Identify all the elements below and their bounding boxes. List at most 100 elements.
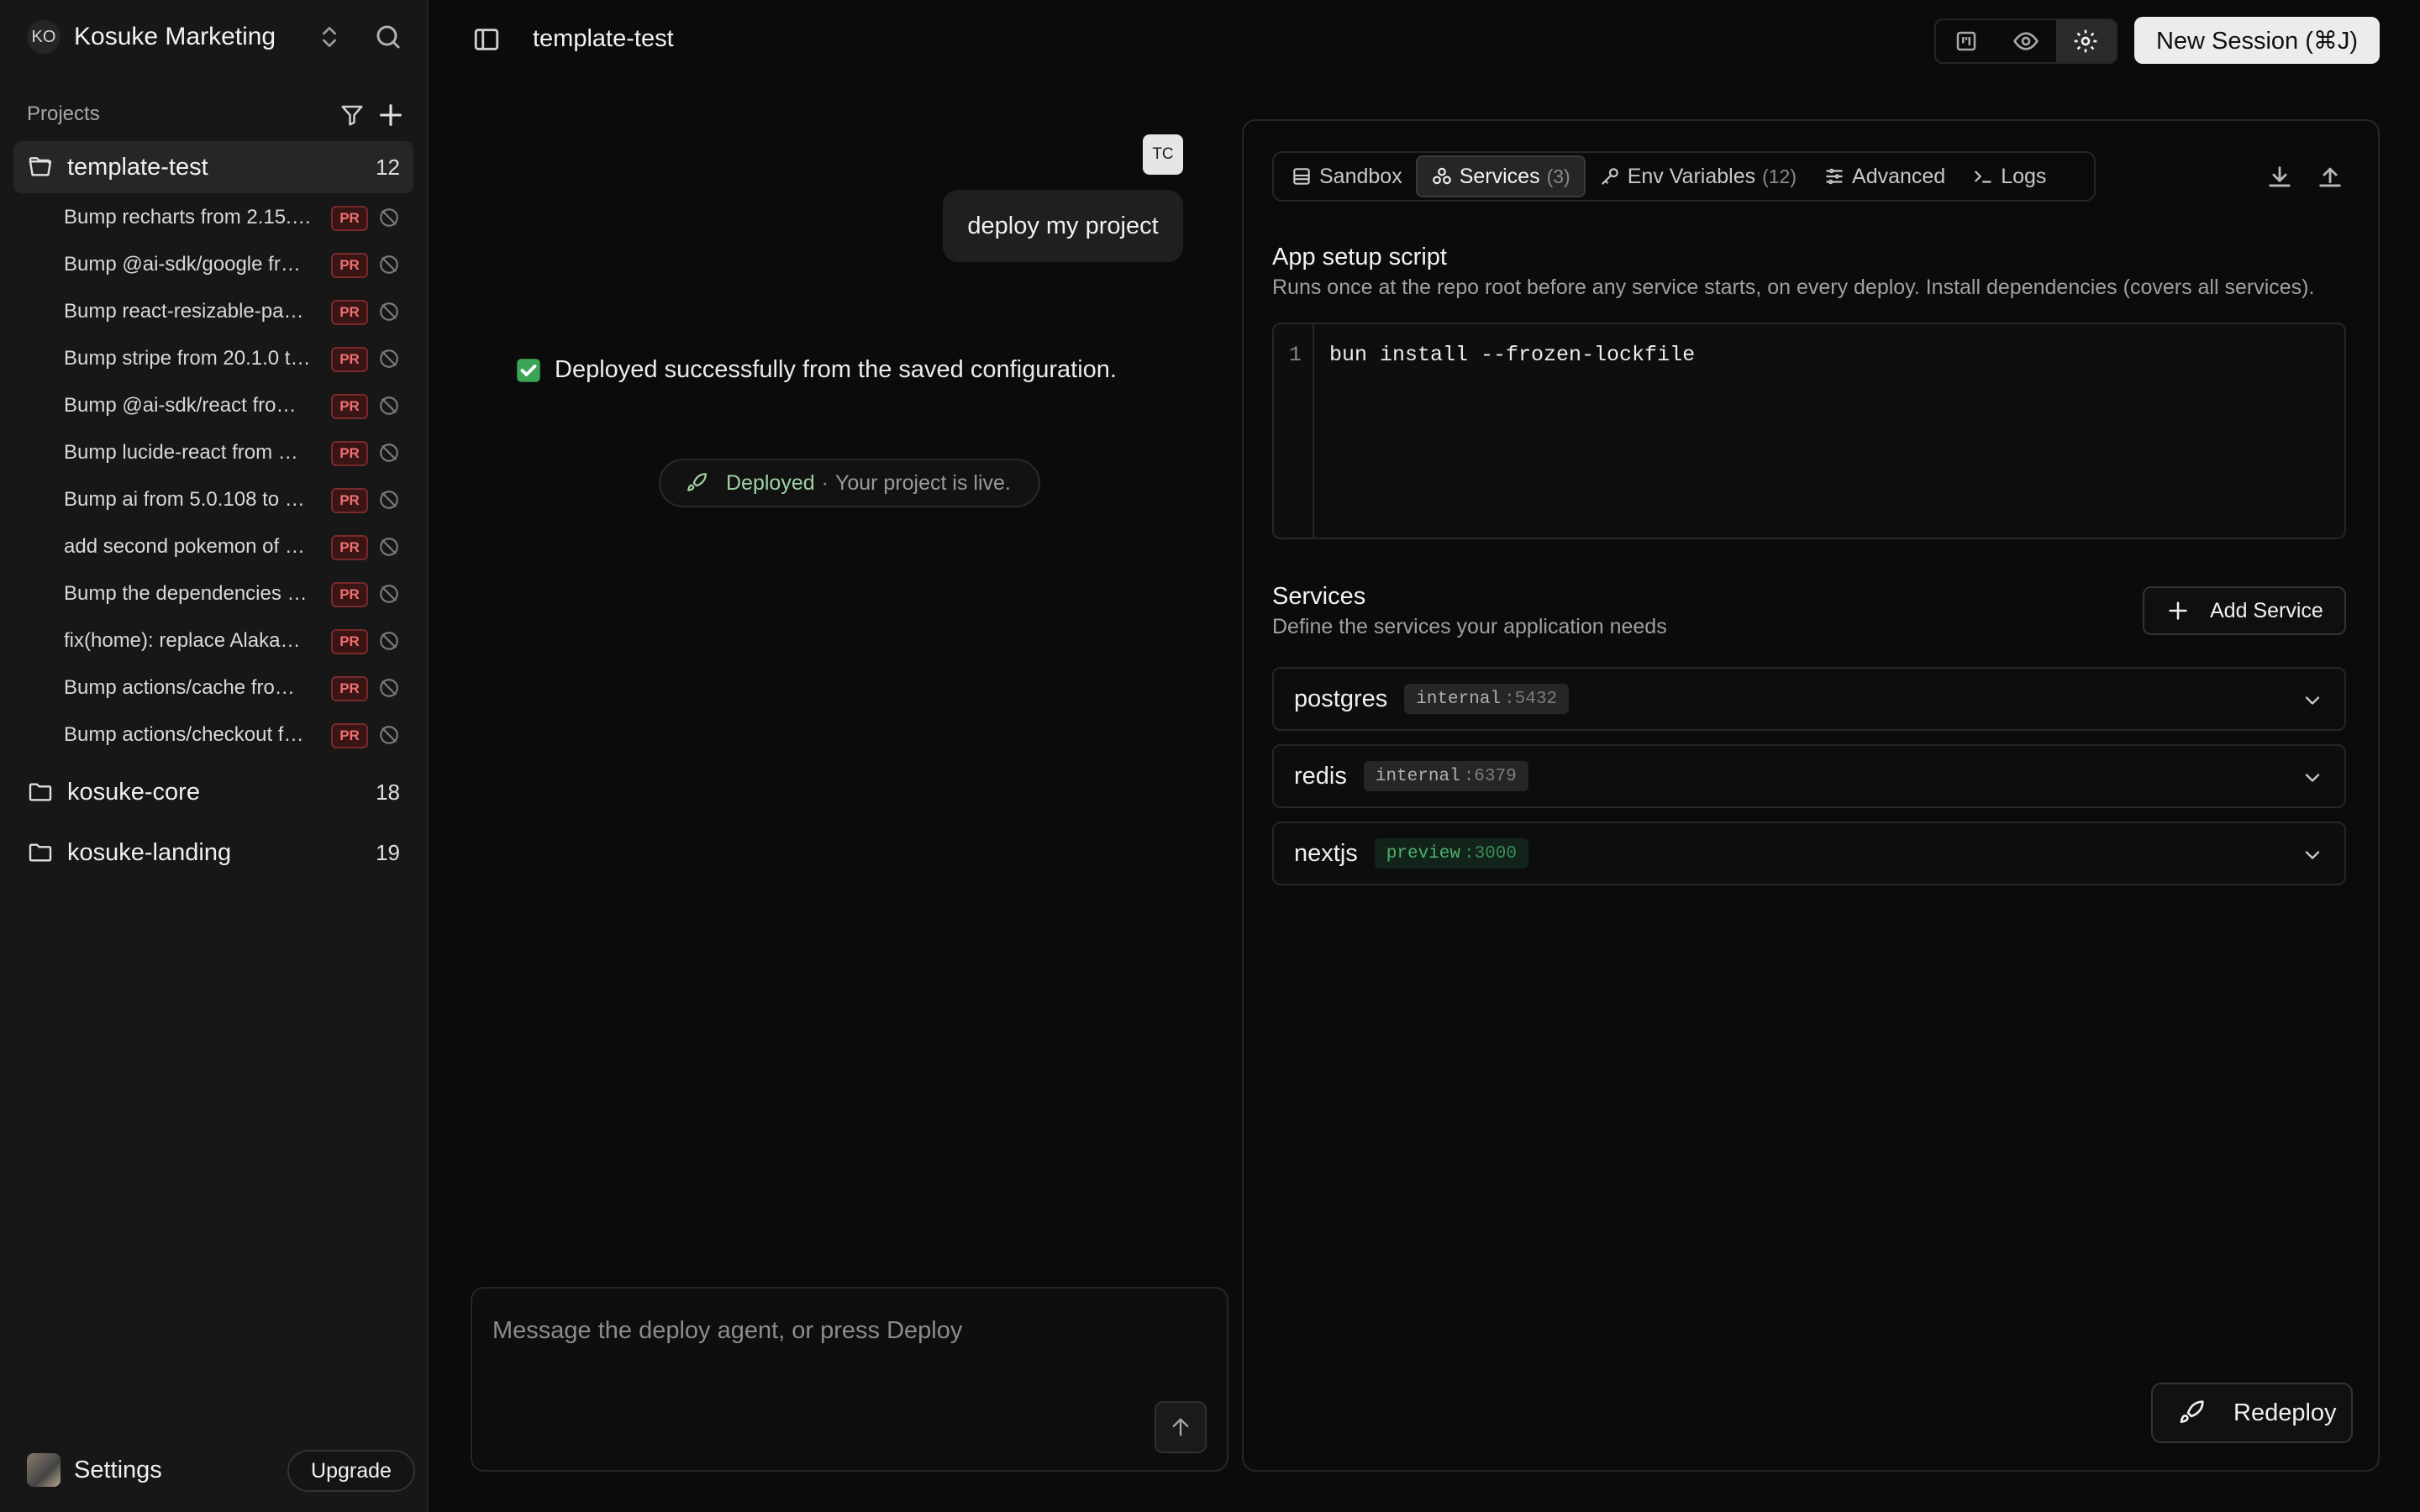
sidebar: KO Kosuke Marketing Projects template-te…	[0, 0, 429, 1512]
tab-env-variables[interactable]: Env Variables (12)	[1586, 155, 1810, 197]
pr-badge[interactable]: PR	[331, 347, 368, 372]
view-switcher	[1934, 18, 2118, 64]
project-item-template-test[interactable]: template-test 12	[13, 141, 413, 193]
add-service-button[interactable]: Add Service	[2143, 586, 2346, 635]
settings-label: Settings	[74, 1456, 162, 1483]
pr-badge[interactable]: PR	[331, 723, 368, 748]
session-title: fix(home): replace Alaka…	[64, 629, 301, 652]
service-tag: preview :3000	[1374, 838, 1528, 869]
tab-logs[interactable]: Logs	[1959, 155, 2060, 197]
pr-badge[interactable]: PR	[331, 441, 368, 466]
message-input[interactable]	[492, 1305, 1181, 1356]
service-port: :5432	[1504, 689, 1558, 709]
tab-advanced[interactable]: Advanced	[1810, 155, 1959, 197]
tab-label: Sandbox	[1319, 164, 1402, 188]
chevron-down-icon[interactable]	[2301, 766, 2324, 790]
session-item[interactable]: Bump recharts from 2.15.… PR	[64, 196, 412, 239]
redeploy-label: Redeploy	[2233, 1399, 2337, 1426]
session-item[interactable]: Bump stripe from 20.1.0 t… PR	[64, 337, 412, 381]
pr-badge[interactable]: PR	[331, 206, 368, 231]
pr-badge[interactable]: PR	[331, 676, 368, 701]
upload-icon[interactable]	[2316, 163, 2344, 192]
session-item[interactable]: Bump @ai-sdk/google fr… PR	[64, 243, 412, 286]
settings-link[interactable]: Settings	[27, 1452, 162, 1488]
session-item[interactable]: Bump lucide-react from … PR	[64, 431, 412, 475]
session-item[interactable]: Bump actions/cache fro… PR	[64, 666, 412, 710]
chevrons-up-down-icon[interactable]	[316, 24, 343, 50]
deploy-status: Deployed	[726, 470, 815, 495]
git-pull-request-closed-icon	[380, 444, 398, 462]
service-item-postgres[interactable]: postgres internal :5432	[1272, 667, 2346, 731]
service-item-redis[interactable]: redis internal :6379	[1272, 744, 2346, 808]
services-icon	[1432, 167, 1451, 185]
plus-icon[interactable]	[376, 101, 405, 129]
preview-button[interactable]	[1996, 20, 2055, 62]
pr-badge[interactable]: PR	[331, 300, 368, 325]
session-title: Bump actions/checkout f…	[64, 723, 304, 746]
tab-count: (12)	[1762, 165, 1797, 187]
services-description: Define the services your application nee…	[1272, 615, 1667, 638]
session-item[interactable]: fix(home): replace Alaka… PR	[64, 619, 412, 663]
session-title: Bump lucide-react from …	[64, 441, 298, 464]
workspace-name: Kosuke Marketing	[74, 23, 276, 50]
git-pull-request-closed-icon	[380, 679, 398, 697]
message-composer	[471, 1287, 1228, 1472]
session-item[interactable]: Bump the dependencies … PR	[64, 572, 412, 616]
sidebar-toggle-icon[interactable]	[472, 25, 501, 54]
new-session-button[interactable]: New Session (⌘J)	[2134, 17, 2380, 64]
project-item-kosuke-landing[interactable]: kosuke-landing 19	[13, 827, 413, 879]
download-icon[interactable]	[2265, 163, 2294, 192]
tab-count: (3)	[1546, 165, 1570, 187]
project-name: kosuke-core	[67, 778, 200, 806]
git-pull-request-closed-icon	[380, 302, 398, 321]
sliders-icon	[1826, 168, 1843, 185]
project-item-kosuke-core[interactable]: kosuke-core 18	[13, 766, 413, 818]
session-item[interactable]: Bump actions/checkout f… PR	[64, 713, 412, 757]
service-item-nextjs[interactable]: nextjs preview :3000	[1272, 822, 2346, 885]
filter-icon[interactable]	[339, 102, 365, 128]
arrow-up-icon	[1172, 1418, 1189, 1436]
terminal-icon	[1975, 171, 1991, 183]
avatar	[27, 1453, 60, 1487]
settings-view-button[interactable]	[2055, 20, 2116, 62]
separator: ·	[821, 470, 829, 495]
board-view-button[interactable]	[1936, 20, 1996, 62]
workspace-avatar: KO	[27, 20, 60, 54]
redeploy-button[interactable]: Redeploy	[2151, 1383, 2353, 1443]
pr-badge[interactable]: PR	[331, 535, 368, 560]
send-button[interactable]	[1155, 1401, 1207, 1453]
service-name: nextjs	[1294, 839, 1358, 867]
upgrade-button[interactable]: Upgrade	[287, 1450, 415, 1492]
session-item[interactable]: Bump ai from 5.0.108 to … PR	[64, 478, 412, 522]
service-tag: internal :5432	[1404, 684, 1570, 714]
session-item[interactable]: add second pokemon of … PR	[64, 525, 412, 569]
deploy-status-pill: Deployed · Your project is live.	[659, 459, 1040, 507]
pr-badge[interactable]: PR	[331, 253, 368, 278]
git-pull-request-closed-icon	[380, 349, 398, 368]
setup-script-editor[interactable]: 1 bun install --frozen-lockfile	[1272, 323, 2346, 539]
tab-services[interactable]: Services (3)	[1415, 155, 1586, 197]
session-item[interactable]: Bump @ai-sdk/react fro… PR	[64, 384, 412, 428]
git-pull-request-closed-icon	[380, 726, 398, 744]
tab-label: Logs	[2001, 164, 2047, 188]
chevron-down-icon[interactable]	[2301, 843, 2324, 867]
session-title: add second pokemon of …	[64, 535, 305, 558]
tab-sandbox[interactable]: Sandbox	[1277, 155, 1416, 197]
search-icon[interactable]	[373, 22, 403, 52]
session-item[interactable]: Bump react-resizable-pa… PR	[64, 290, 412, 333]
chevron-down-icon[interactable]	[2301, 689, 2324, 712]
pr-badge[interactable]: PR	[331, 629, 368, 654]
service-type: preview	[1386, 843, 1460, 864]
session-title: Bump @ai-sdk/google fr…	[64, 253, 301, 276]
config-panel: Sandbox Services (3) Env Variables (12) …	[1242, 119, 2380, 1472]
git-pull-request-closed-icon	[380, 255, 398, 274]
pr-badge[interactable]: PR	[331, 488, 368, 513]
pr-badge[interactable]: PR	[331, 394, 368, 419]
session-title: Bump @ai-sdk/react fro…	[64, 394, 297, 417]
service-tag: internal :6379	[1363, 761, 1528, 791]
pr-badge[interactable]: PR	[331, 582, 368, 607]
box-icon	[1293, 168, 1310, 185]
workspace-switcher[interactable]: KO Kosuke Marketing	[27, 20, 400, 54]
app-root: KO Kosuke Marketing Projects template-te…	[0, 0, 2420, 1512]
project-session-count: 12	[376, 154, 400, 180]
